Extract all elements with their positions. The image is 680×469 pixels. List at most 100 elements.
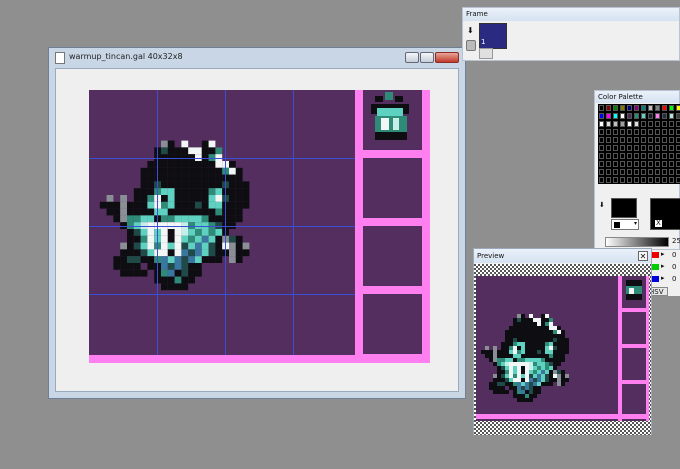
preview-title-bar[interactable]: Preview ✕ — [474, 249, 651, 263]
palette-swatch[interactable] — [662, 153, 667, 159]
palette-swatch[interactable] — [620, 169, 625, 175]
palette-swatch[interactable] — [669, 145, 674, 151]
palette-swatch[interactable] — [606, 105, 611, 111]
palette-swatch[interactable] — [606, 145, 611, 151]
maximize-button[interactable] — [420, 52, 434, 63]
palette-swatch[interactable] — [676, 161, 680, 167]
palette-swatch[interactable] — [606, 137, 611, 143]
palette-swatch[interactable] — [648, 121, 653, 127]
palette-swatch[interactable] — [669, 113, 674, 119]
palette-swatch[interactable] — [641, 137, 646, 143]
palette-swatch[interactable] — [641, 153, 646, 159]
palette-swatch[interactable] — [676, 137, 680, 143]
palette-swatch[interactable] — [641, 129, 646, 135]
palette-swatch[interactable] — [655, 169, 660, 175]
palette-swatch[interactable] — [634, 129, 639, 135]
palette-swatch[interactable] — [620, 153, 625, 159]
palette-swatch[interactable] — [620, 105, 625, 111]
palette-swatch[interactable] — [627, 113, 632, 119]
palette-swatch[interactable] — [648, 153, 653, 159]
palette-swatch[interactable] — [606, 113, 611, 119]
palette-swatch[interactable] — [627, 169, 632, 175]
palette-swatch[interactable] — [627, 145, 632, 151]
palette-swatch[interactable] — [620, 161, 625, 167]
palette-swatch[interactable] — [676, 153, 680, 159]
palette-swatch[interactable] — [634, 137, 639, 143]
palette-swatch[interactable] — [613, 177, 618, 183]
palette-swatch[interactable] — [634, 145, 639, 151]
palette-swatch[interactable] — [599, 137, 604, 143]
palette-swatch[interactable] — [655, 105, 660, 111]
add-frame-icon[interactable]: ⬇ — [467, 26, 474, 35]
palette-swatch[interactable] — [599, 145, 604, 151]
palette-swatch[interactable] — [676, 177, 680, 183]
frame-thumbnail[interactable]: 1 — [479, 23, 507, 49]
palette-swatch[interactable] — [676, 121, 680, 127]
palette-swatch[interactable] — [620, 177, 625, 183]
alpha-gradient-slider[interactable] — [605, 237, 669, 247]
palette-swatch[interactable] — [655, 161, 660, 167]
palette-swatch[interactable] — [620, 145, 625, 151]
palette-swatch[interactable] — [599, 105, 604, 111]
palette-swatch[interactable] — [634, 153, 639, 159]
palette-swatch[interactable] — [620, 121, 625, 127]
palette-swatch[interactable] — [648, 137, 653, 143]
palette-swatch[interactable] — [676, 169, 680, 175]
palette-swatch[interactable] — [634, 169, 639, 175]
palette-swatch[interactable] — [606, 121, 611, 127]
palette-swatch[interactable] — [606, 177, 611, 183]
palette-swatch[interactable] — [648, 105, 653, 111]
palette-swatch[interactable] — [655, 113, 660, 119]
palette-swatch[interactable] — [599, 129, 604, 135]
delete-frame-icon[interactable] — [466, 40, 476, 51]
palette-swatch[interactable] — [613, 145, 618, 151]
palette-swatch[interactable] — [669, 129, 674, 135]
editor-title-bar[interactable]: warmup_tincan.gal 40x32x8 — [49, 48, 465, 68]
palette-swatch[interactable] — [669, 105, 674, 111]
palette-swatch[interactable] — [648, 161, 653, 167]
palette-swatch[interactable] — [627, 161, 632, 167]
palette-swatch[interactable] — [613, 113, 618, 119]
pick-color-icon[interactable]: ⬇ — [599, 201, 605, 209]
palette-swatch[interactable] — [655, 137, 660, 143]
palette-swatch[interactable] — [641, 145, 646, 151]
primary-color-swatch[interactable] — [611, 198, 637, 218]
palette-swatch[interactable] — [648, 169, 653, 175]
frame-scrollbar[interactable] — [479, 48, 493, 59]
palette-swatch[interactable] — [599, 177, 604, 183]
palette-swatch[interactable] — [676, 105, 680, 111]
palette-swatch[interactable] — [641, 169, 646, 175]
palette-swatch[interactable] — [648, 177, 653, 183]
pixel-canvas[interactable] — [89, 90, 430, 363]
palette-swatch[interactable] — [662, 137, 667, 143]
palette-swatch[interactable] — [641, 105, 646, 111]
palette-swatch[interactable] — [662, 121, 667, 127]
palette-swatch[interactable] — [634, 105, 639, 111]
palette-swatch[interactable] — [676, 113, 680, 119]
palette-swatch[interactable] — [655, 153, 660, 159]
palette-swatch[interactable] — [627, 105, 632, 111]
palette-swatch[interactable] — [655, 177, 660, 183]
palette-swatch[interactable] — [606, 161, 611, 167]
palette-swatch[interactable] — [613, 105, 618, 111]
palette-swatch-grid[interactable] — [598, 104, 680, 184]
palette-swatch[interactable] — [655, 129, 660, 135]
frame-title-bar[interactable]: Frame — [463, 8, 679, 21]
palette-swatch[interactable] — [606, 129, 611, 135]
palette-swatch[interactable] — [613, 161, 618, 167]
palette-swatch[interactable] — [627, 177, 632, 183]
palette-swatch[interactable] — [641, 161, 646, 167]
palette-swatch[interactable] — [662, 177, 667, 183]
palette-swatch[interactable] — [655, 145, 660, 151]
palette-swatch[interactable] — [662, 169, 667, 175]
palette-swatch[interactable] — [669, 153, 674, 159]
palette-swatch[interactable] — [648, 113, 653, 119]
palette-swatch[interactable] — [599, 113, 604, 119]
palette-swatch[interactable] — [669, 121, 674, 127]
palette-swatch[interactable] — [634, 177, 639, 183]
palette-swatch[interactable] — [662, 113, 667, 119]
palette-swatch[interactable] — [627, 129, 632, 135]
palette-swatch[interactable] — [641, 121, 646, 127]
minimize-button[interactable] — [405, 52, 419, 63]
palette-swatch[interactable] — [599, 161, 604, 167]
